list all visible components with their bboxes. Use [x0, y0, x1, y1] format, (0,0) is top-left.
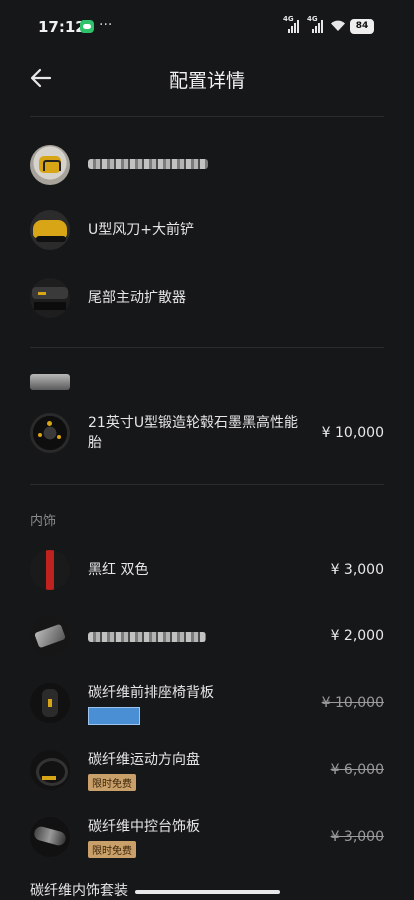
list-item-seat-back[interactable]: 碳纤维前排座椅背板 ¥ 10,000	[30, 683, 384, 727]
page-header: 配置详情	[0, 56, 414, 106]
item-label: 碳纤维运动方向盘	[88, 752, 200, 768]
list-item-blurred[interactable]: ¥ 2,000	[30, 616, 384, 658]
steering-wheel-thumbnail	[30, 750, 70, 790]
promo-badge: 限时免费	[88, 841, 136, 858]
wifi-icon	[331, 20, 345, 31]
car-side-thumbnail	[30, 374, 70, 390]
list-item-dual-color[interactable]: 黑红 双色 ¥ 3,000	[30, 550, 384, 592]
car-front-thumbnail	[30, 210, 70, 250]
item-label: 尾部主动扩散器	[88, 290, 186, 306]
brand-logo-icon	[30, 145, 70, 185]
signal-icon: 4G	[283, 15, 300, 33]
color-chip	[88, 707, 140, 725]
item-label: 碳纤维中控台饰板	[88, 819, 200, 835]
status-time: 17:12	[38, 18, 86, 36]
item-price: ¥ 10,000	[321, 695, 384, 711]
divider	[30, 116, 384, 117]
item-label: 碳纤维前排座椅背板	[88, 685, 214, 701]
blurred-label	[88, 632, 206, 642]
item-price: ¥ 10,000	[321, 425, 384, 441]
item-label: U型风刀+大前铲	[88, 222, 194, 238]
seat-thumbnail	[30, 683, 70, 723]
color-swatch-thumbnail	[30, 550, 70, 590]
list-item-logo	[30, 145, 384, 187]
divider	[30, 484, 384, 485]
item-price: ¥ 3,000	[330, 562, 384, 578]
item-label-interior-kit: 碳纤维内饰套装	[30, 883, 128, 899]
more-notifications-icon: ···	[99, 17, 113, 33]
console-thumbnail	[30, 817, 70, 857]
blurred-label	[88, 159, 208, 169]
battery-icon: 84	[350, 19, 374, 34]
signal-icon-2: 4G	[307, 15, 324, 33]
wechat-icon	[80, 20, 94, 33]
car-rear-thumbnail	[30, 278, 70, 318]
section-title-interior: 内饰	[30, 514, 57, 529]
list-item-steering-wheel[interactable]: 碳纤维运动方向盘 限时免费 ¥ 6,000	[30, 750, 384, 794]
list-item-wheel[interactable]: 21英寸U型锻造轮毂石墨黑高性能胎 ¥ 10,000	[30, 413, 384, 457]
list-item-console-trim[interactable]: 碳纤维中控台饰板 限时免费 ¥ 3,000	[30, 817, 384, 861]
divider	[30, 347, 384, 348]
promo-badge: 限时免费	[88, 774, 136, 791]
interior-thumbnail	[30, 616, 70, 656]
status-bar: 17:12 ··· 4G 4G 84	[0, 0, 414, 56]
list-item-wind-blade[interactable]: U型风刀+大前铲	[30, 210, 384, 252]
page-title: 配置详情	[168, 70, 245, 92]
home-indicator[interactable]	[135, 890, 280, 894]
item-price: ¥ 3,000	[330, 829, 384, 845]
item-label: 黑红 双色	[88, 562, 149, 578]
item-label: 21英寸U型锻造轮毂石墨黑高性能胎	[88, 415, 299, 451]
item-price: ¥ 6,000	[330, 762, 384, 778]
wheel-thumbnail	[30, 413, 70, 453]
item-price: ¥ 2,000	[330, 628, 384, 644]
list-item-diffuser[interactable]: 尾部主动扩散器	[30, 278, 384, 320]
